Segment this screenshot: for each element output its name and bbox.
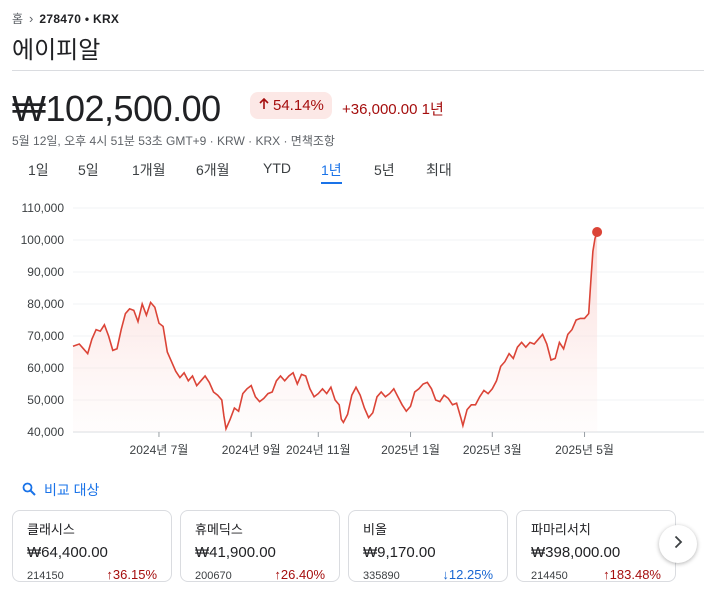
- change-absolute: +36,000.00 1년: [342, 101, 444, 118]
- tab-1d[interactable]: 1일: [28, 158, 49, 182]
- compare-card-code: 200670: [195, 570, 232, 582]
- price-chart[interactable]: 40,000 50,000 60,000 70,000 80,000 90,000 100,…: [0, 195, 704, 465]
- compare-card-name: 휴메딕스: [195, 522, 243, 537]
- compare-card[interactable]: 클래시스 ₩64,400.00 214150 ↑36.15%: [12, 510, 172, 582]
- breadcrumb-home[interactable]: 홈: [12, 10, 23, 27]
- header-divider: [12, 70, 704, 71]
- x-tick-label: 2024년 9월: [222, 443, 281, 457]
- chevron-right-icon: [671, 535, 685, 554]
- arrow-up-icon: [258, 97, 270, 114]
- latest-price-point[interactable]: [592, 227, 603, 237]
- change-percent-badge: 54.14%: [250, 92, 332, 119]
- compare-card-change-value: 12.25%: [448, 567, 493, 582]
- compare-card-change: ↑36.15%: [106, 567, 157, 582]
- tab-1m[interactable]: 1개월: [132, 158, 166, 182]
- compare-card-change: ↑183.48%: [603, 567, 661, 582]
- compare-card-change: ↓12.25%: [442, 567, 493, 582]
- y-tick-label: 80,000: [27, 297, 64, 311]
- x-tick-label: 2025년 5월: [555, 443, 614, 457]
- tab-ytd[interactable]: YTD: [263, 158, 291, 178]
- tab-5y[interactable]: 5년: [374, 158, 395, 182]
- tab-6m[interactable]: 6개월: [196, 158, 230, 182]
- compare-card-code: 214450: [531, 570, 568, 582]
- current-price: ₩102,500.00: [12, 88, 221, 129]
- compare-card-change-value: 26.40%: [280, 567, 325, 582]
- x-tick-label: 2024년 7월: [130, 443, 189, 457]
- x-tick-label: 2024년 11월: [286, 443, 351, 457]
- y-tick-label: 70,000: [27, 329, 64, 343]
- breadcrumb-ticker: 278470 • KRX: [39, 11, 120, 26]
- compare-card[interactable]: 파마리서치 ₩398,000.00 214450 ↑183.48%: [516, 510, 676, 582]
- tab-1y[interactable]: 1년: [321, 158, 342, 184]
- compare-card[interactable]: 휴메딕스 ₩41,900.00 200670 ↑26.40%: [180, 510, 340, 582]
- compare-card-name: 비올: [363, 522, 387, 537]
- y-tick-label: 90,000: [27, 265, 64, 279]
- compare-card-change-value: 183.48%: [609, 567, 661, 582]
- x-tick-label: 2025년 1월: [381, 443, 440, 457]
- compare-card-name: 파마리서치: [531, 522, 591, 537]
- compare-card-name: 클래시스: [27, 522, 75, 537]
- y-tick-label: 100,000: [21, 233, 65, 247]
- x-tick-label: 2025년 3월: [463, 443, 522, 457]
- compare-heading-label: 비교 대상: [44, 482, 100, 498]
- breadcrumb: 홈 › 278470 • KRX: [12, 10, 119, 27]
- page-title: 에이피알: [12, 37, 101, 64]
- change-percent: 54.14%: [273, 97, 324, 114]
- search-icon: [22, 482, 36, 499]
- compare-card-price: ₩64,400.00: [27, 544, 108, 561]
- compare-card-price: ₩9,170.00: [363, 544, 436, 561]
- compare-card-change: ↑26.40%: [274, 567, 325, 582]
- tab-5d[interactable]: 5일: [78, 158, 99, 182]
- y-tick-label: 60,000: [27, 361, 64, 375]
- compare-card[interactable]: 비올 ₩9,170.00 335890 ↓12.25%: [348, 510, 508, 582]
- next-button[interactable]: [659, 525, 697, 563]
- tab-max[interactable]: 최대: [426, 158, 452, 182]
- y-tick-label: 40,000: [27, 425, 64, 439]
- timestamp: 5월 12일, 오후 4시 51분 53초 GMT+9 · KRW · KRX …: [12, 134, 335, 148]
- compare-card-change-value: 36.15%: [112, 567, 157, 582]
- compare-card-price: ₩398,000.00: [531, 544, 621, 561]
- compare-card-code: 335890: [363, 570, 400, 582]
- compare-heading[interactable]: 비교 대상: [22, 480, 99, 500]
- compare-card-code: 214150: [27, 570, 64, 582]
- price-area: [73, 232, 598, 432]
- chevron-right-icon: ›: [29, 11, 34, 26]
- y-tick-label: 50,000: [27, 393, 64, 407]
- y-tick-label: 110,000: [22, 201, 65, 215]
- compare-card-price: ₩41,900.00: [195, 544, 276, 561]
